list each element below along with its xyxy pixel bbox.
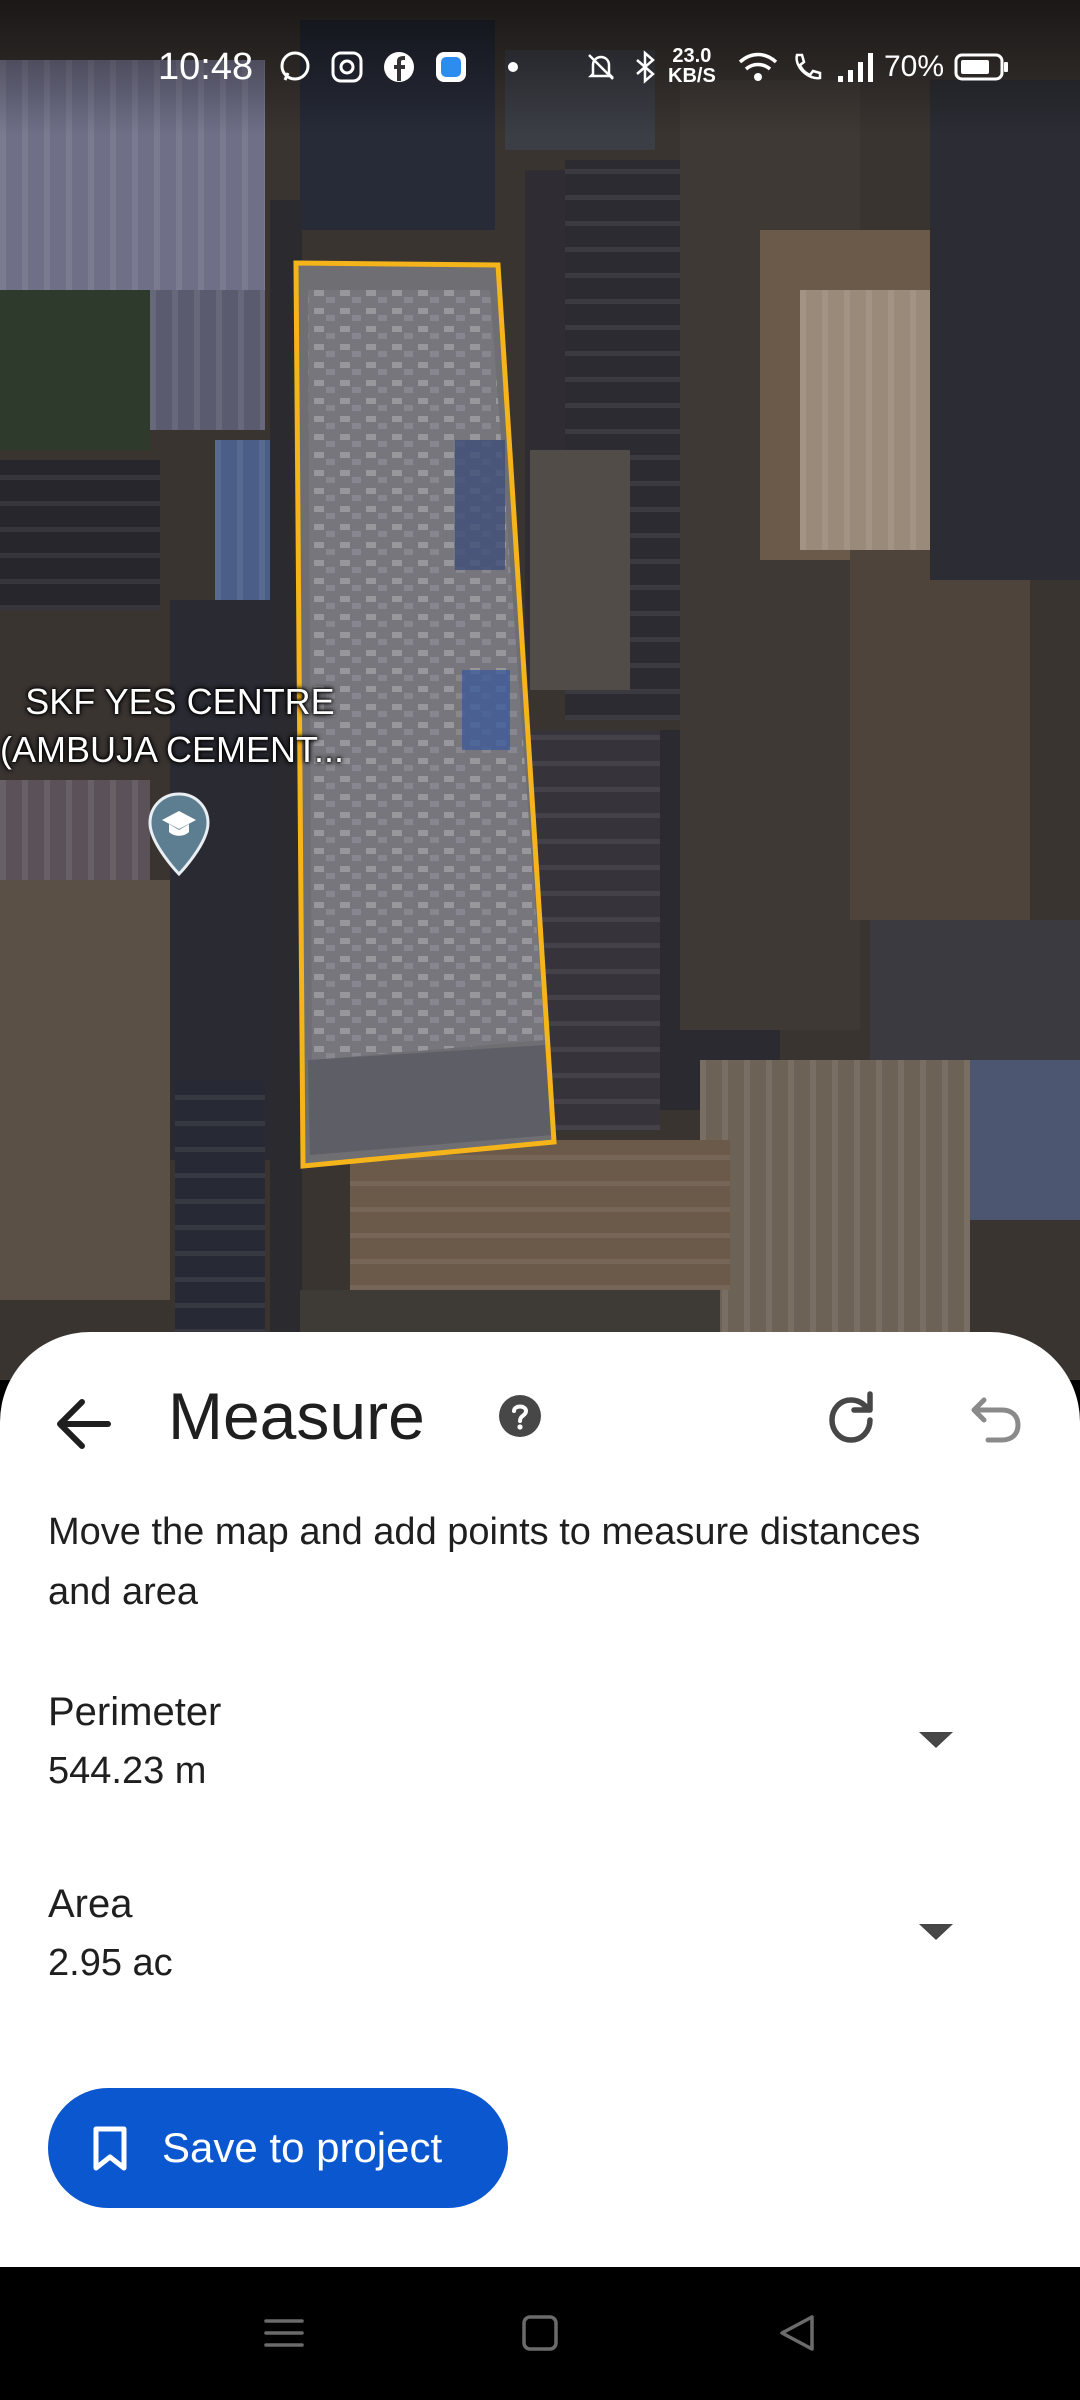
instagram-icon: [331, 51, 363, 83]
perimeter-unit-dropdown-icon[interactable]: [916, 1728, 956, 1752]
signal-icon: [838, 53, 873, 82]
place-label-line1: SKF YES CENTRE: [25, 681, 335, 722]
network-speed: 23.0 KB/S: [668, 46, 716, 86]
back-arrow-icon[interactable]: [48, 1388, 120, 1460]
battery-percentage: 70%: [884, 50, 945, 83]
satellite-map[interactable]: SKF YES CENTRE (AMBUJA CEMENT...: [0, 0, 1080, 1380]
help-icon[interactable]: [498, 1394, 542, 1438]
back-icon[interactable]: [776, 2311, 820, 2355]
place-label[interactable]: SKF YES CENTRE (AMBUJA CEMENT...: [0, 678, 360, 774]
mute-icon: [587, 54, 615, 80]
perimeter-row[interactable]: Perimeter 544.23 m: [0, 1690, 1080, 1820]
home-icon[interactable]: [518, 2311, 562, 2355]
save-to-project-button[interactable]: Save to project: [48, 2088, 508, 2208]
system-nav-bar: [0, 2267, 1080, 2400]
place-label-line2: (AMBUJA CEMENT...: [0, 729, 345, 770]
page-title: Measure: [168, 1379, 425, 1453]
network-speed-value: 23.0: [672, 45, 712, 67]
recents-icon[interactable]: [262, 2311, 306, 2355]
interior-shed: [462, 670, 510, 750]
area-unit-dropdown-icon[interactable]: [916, 1920, 956, 1944]
measure-sheet: Measure Move the map and add points to m…: [0, 1332, 1080, 2267]
status-bar: 10:48 23.0 KB/S 70%: [0, 0, 1080, 136]
app-icon: [436, 52, 466, 82]
redo-icon[interactable]: [822, 1388, 882, 1448]
wifi-call-icon: [795, 53, 822, 80]
dot-icon: [508, 62, 518, 72]
save-button-label: Save to project: [162, 2124, 443, 2171]
perimeter-label: Perimeter: [48, 1690, 222, 1734]
bookmark-icon: [93, 2126, 127, 2171]
perimeter-value: 544.23 m: [48, 1750, 207, 1792]
facebook-icon: [384, 52, 414, 82]
wifi-icon: [738, 52, 778, 81]
education-pin-icon[interactable]: [148, 792, 210, 876]
area-value: 2.95 ac: [48, 1942, 173, 1984]
battery-icon: [954, 53, 1008, 81]
whatsapp-icon: [280, 51, 310, 81]
bluetooth-icon: [636, 50, 655, 84]
clock: 10:48: [158, 46, 254, 88]
interior-shed: [455, 440, 505, 570]
instruction-text: Move the map and add points to measure d…: [48, 1511, 921, 1613]
undo-icon[interactable]: [966, 1388, 1026, 1448]
network-speed-unit: KB/S: [668, 65, 716, 87]
area-label: Area: [48, 1882, 133, 1926]
area-row[interactable]: Area 2.95 ac: [0, 1882, 1080, 2012]
sheet-header: Measure: [0, 1332, 1080, 1502]
